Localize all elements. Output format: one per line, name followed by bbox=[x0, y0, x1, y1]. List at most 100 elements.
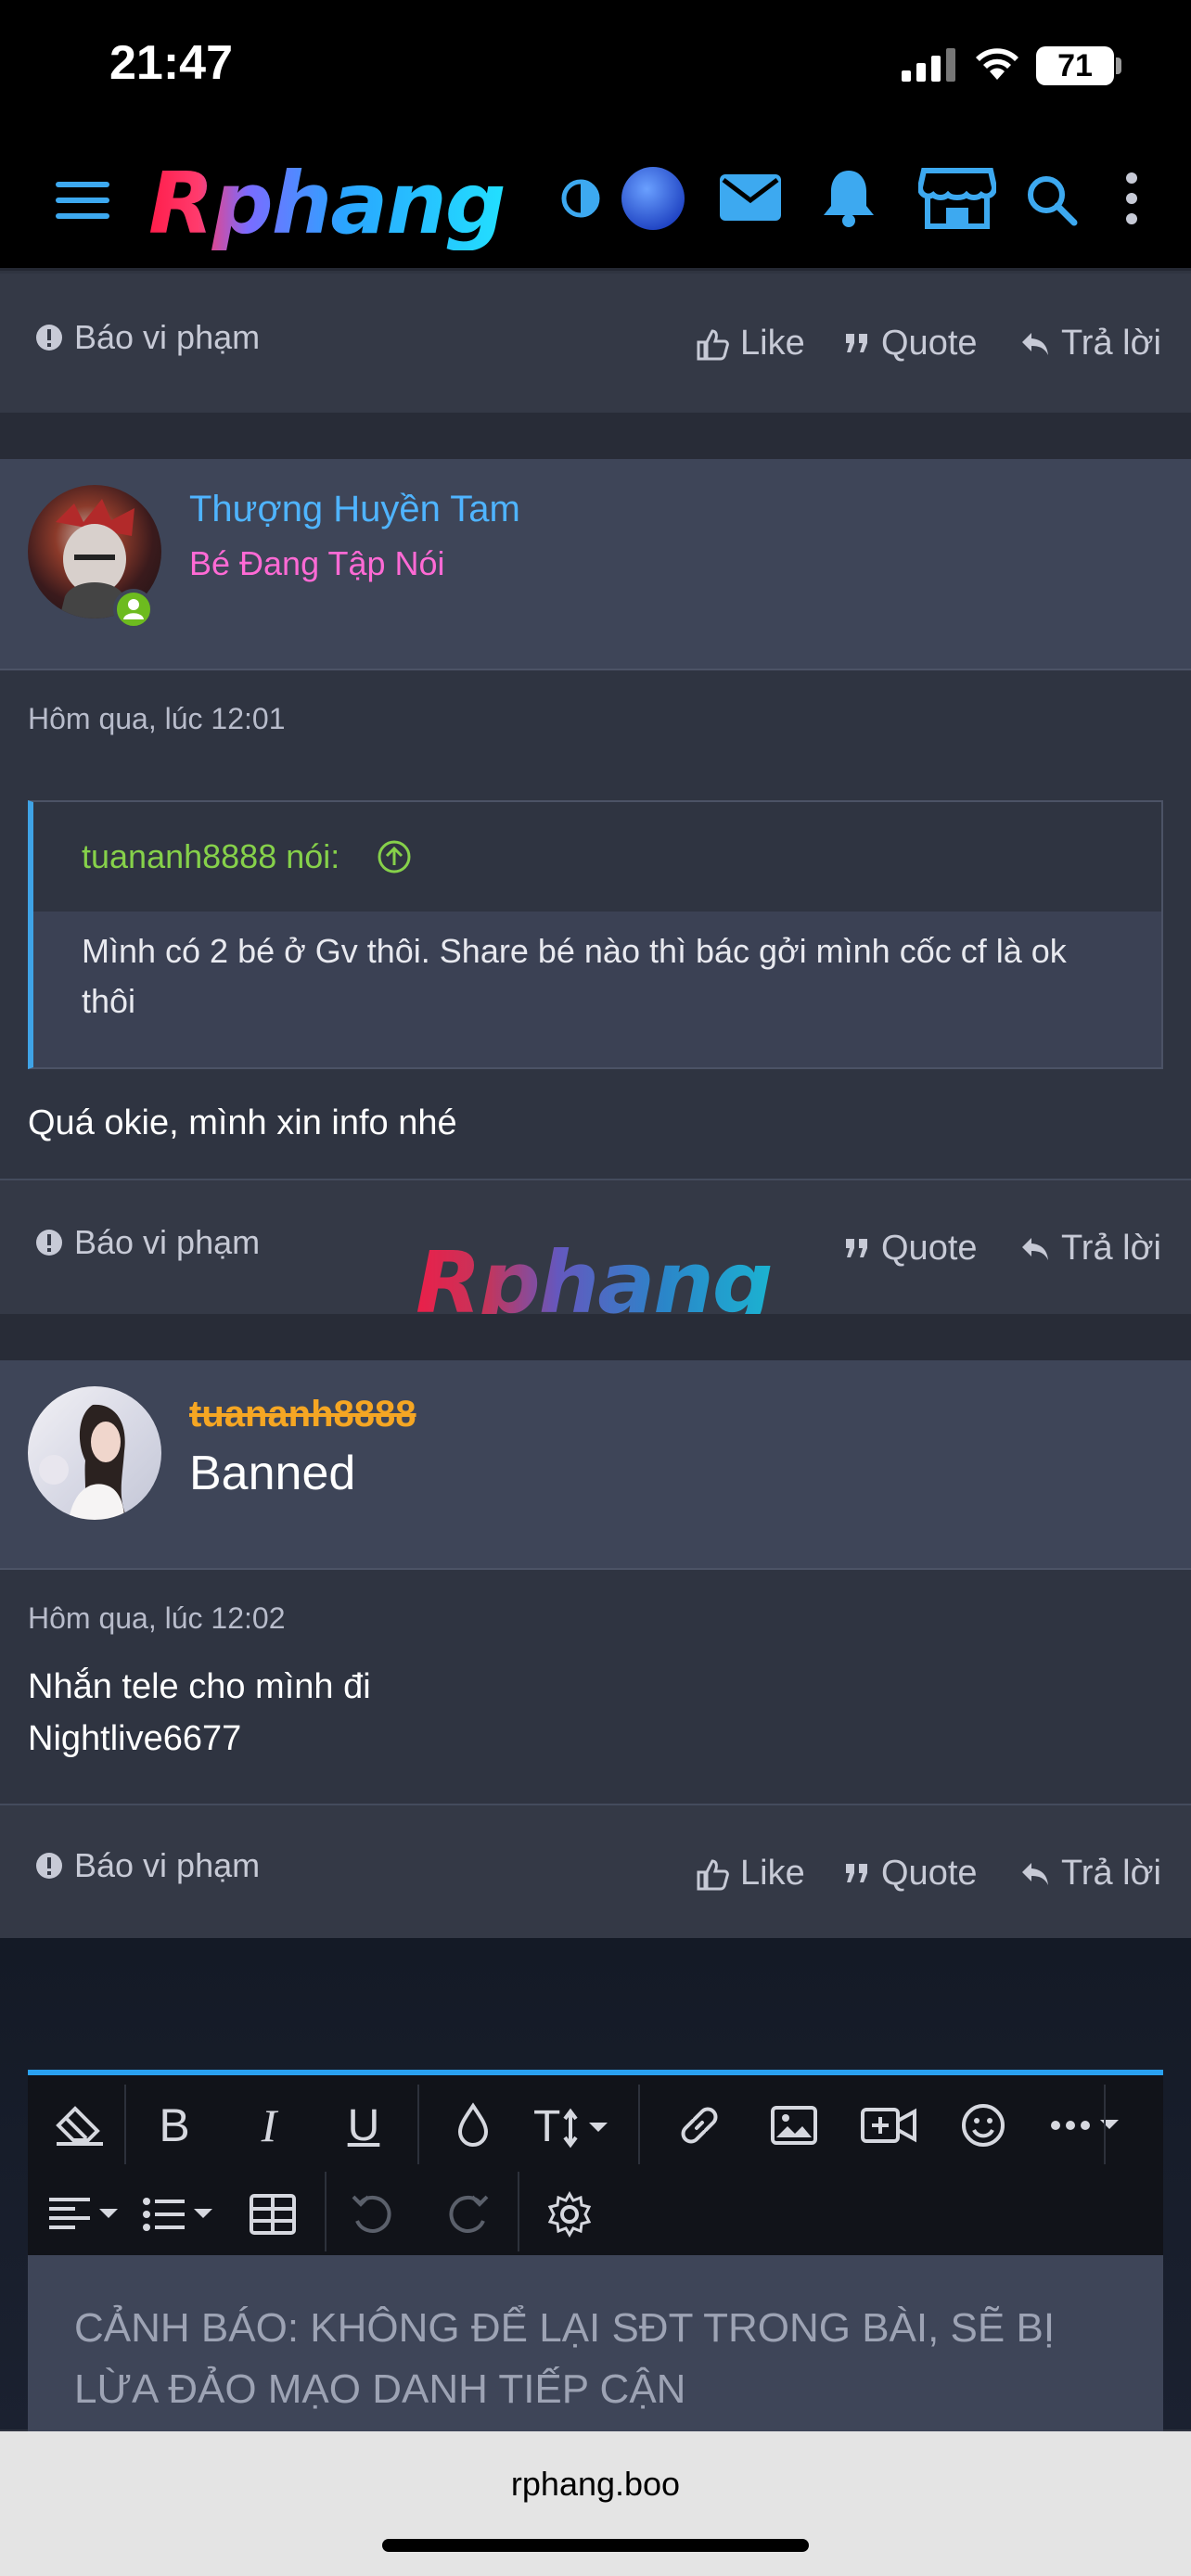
avatar[interactable] bbox=[28, 1386, 161, 1520]
like-button[interactable]: Like bbox=[696, 324, 805, 363]
warning-icon bbox=[36, 1230, 62, 1256]
report-link[interactable]: Báo vi phạm bbox=[35, 318, 260, 357]
theme-toggle-icon[interactable] bbox=[560, 178, 601, 219]
eraser-icon[interactable] bbox=[43, 2088, 117, 2162]
post2-user-title: Banned bbox=[189, 1447, 356, 1500]
reply-button[interactable]: Trả lời bbox=[1020, 1854, 1161, 1894]
quote-author[interactable]: tuananh8888 nói: bbox=[82, 837, 339, 876]
post2-message-line1: Nhắn tele cho mình đi bbox=[28, 1667, 371, 1706]
post-gap bbox=[0, 413, 1191, 459]
quote-icon bbox=[846, 1863, 867, 1882]
status-time: 21:47 bbox=[109, 36, 233, 90]
post2-message-line2: Nightlive6677 bbox=[28, 1719, 242, 1758]
quote-label: Quote bbox=[881, 1229, 978, 1268]
toolbar-separator bbox=[1104, 2085, 1106, 2164]
avatar-icon[interactable] bbox=[620, 165, 686, 232]
quote-icon bbox=[846, 333, 867, 352]
like-button[interactable]: Like bbox=[696, 1854, 805, 1894]
more-vertical-icon[interactable] bbox=[1124, 172, 1139, 224]
link-icon[interactable] bbox=[662, 2088, 736, 2162]
report-label: Báo vi phạm bbox=[74, 1846, 261, 1884]
quote-icon bbox=[846, 1238, 867, 1257]
post1-username[interactable]: Thượng Huyền Tam bbox=[189, 489, 520, 530]
like-label: Like bbox=[740, 324, 805, 363]
search-icon[interactable] bbox=[1026, 174, 1078, 226]
report-link[interactable]: Báo vi phạm bbox=[35, 1846, 260, 1885]
home-indicator[interactable] bbox=[382, 2539, 809, 2552]
online-status-icon bbox=[113, 589, 154, 630]
color-drop-icon[interactable] bbox=[436, 2088, 510, 2162]
arrow-up-circle-icon[interactable] bbox=[377, 839, 412, 874]
report-label: Báo vi phạm bbox=[74, 318, 261, 356]
redo-icon[interactable] bbox=[430, 2177, 505, 2251]
battery-tip bbox=[1116, 57, 1121, 74]
post2-timestamp[interactable]: Hôm qua, lúc 12:02 bbox=[28, 1601, 286, 1636]
post-footer-prev: Báo vi phạm Like Quote Trả lời bbox=[0, 274, 1191, 413]
battery-indicator: 71 bbox=[1036, 46, 1114, 85]
underline-icon[interactable]: U bbox=[327, 2088, 401, 2162]
quote-label: Quote bbox=[881, 1854, 978, 1893]
reply-button[interactable]: Trả lời bbox=[1020, 1229, 1161, 1269]
toolbar-separator bbox=[325, 2172, 327, 2251]
warning-icon bbox=[36, 1853, 62, 1879]
post1-timestamp[interactable]: Hôm qua, lúc 12:01 bbox=[28, 702, 286, 736]
thumbs-up-icon bbox=[697, 1858, 729, 1890]
mail-icon[interactable] bbox=[720, 174, 781, 221]
emoji-icon[interactable] bbox=[946, 2088, 1020, 2162]
image-icon[interactable] bbox=[757, 2088, 831, 2162]
avatar-art bbox=[39, 1404, 128, 1520]
settings-icon[interactable] bbox=[532, 2177, 607, 2251]
like-label: Like bbox=[740, 1854, 805, 1893]
bold-icon[interactable]: B bbox=[137, 2088, 211, 2162]
text-size-icon[interactable]: T bbox=[529, 2088, 621, 2162]
store-icon[interactable] bbox=[918, 167, 996, 230]
quote-button[interactable]: Quote bbox=[844, 1229, 978, 1269]
toolbar-separator bbox=[417, 2085, 419, 2164]
align-icon[interactable] bbox=[43, 2177, 126, 2251]
post2-username[interactable]: tuananh8888 bbox=[189, 1394, 416, 1435]
post-gap bbox=[0, 1314, 1191, 1360]
toolbar-separator bbox=[638, 2085, 640, 2164]
post1-quote: tuananh8888 nói: Mình có 2 bé ở Gv thôi.… bbox=[28, 800, 1163, 1069]
post1-body: Hôm qua, lúc 12:01 tuananh8888 nói: Mình… bbox=[0, 670, 1191, 1179]
reply-label: Trả lời bbox=[1061, 1229, 1161, 1268]
reply-icon bbox=[1022, 1237, 1048, 1260]
menu-icon[interactable] bbox=[56, 178, 109, 223]
reply-icon bbox=[1022, 1862, 1048, 1885]
post2-body: Hôm qua, lúc 12:02 Nhắn tele cho mình đi… bbox=[0, 1570, 1191, 1804]
quote-label: Quote bbox=[881, 324, 978, 363]
browser-address-bar bbox=[0, 2431, 1191, 2576]
toolbar-separator bbox=[518, 2172, 519, 2251]
quote-button[interactable]: Quote bbox=[844, 1854, 978, 1894]
quote-header: tuananh8888 nói: bbox=[33, 802, 1161, 912]
thumbs-up-icon bbox=[697, 328, 729, 360]
quote-button[interactable]: Quote bbox=[844, 324, 978, 363]
list-icon[interactable] bbox=[137, 2177, 221, 2251]
wifi-icon bbox=[976, 48, 1018, 80]
post1-user-header: Thượng Huyền Tam Bé Đang Tập Nói bbox=[0, 459, 1191, 670]
video-icon[interactable] bbox=[852, 2088, 926, 2162]
status-bar: 21:47 71 bbox=[0, 0, 1191, 130]
report-label: Báo vi phạm bbox=[74, 1223, 261, 1261]
svg-text:T: T bbox=[533, 2102, 560, 2149]
editor-placeholder: CẢNH BÁO: KHÔNG ĐỂ LẠI SĐT TRONG BÀI, SẼ… bbox=[74, 2305, 1056, 2412]
post1-message: Quá okie, mình xin info nhé bbox=[28, 1103, 457, 1142]
reply-button[interactable]: Trả lời bbox=[1020, 324, 1161, 363]
table-icon[interactable] bbox=[236, 2177, 310, 2251]
post1-user-title: Bé Đang Tập Nói bbox=[189, 544, 445, 582]
undo-icon[interactable] bbox=[336, 2177, 410, 2251]
reply-label: Trả lời bbox=[1061, 1854, 1161, 1893]
reply-label: Trả lời bbox=[1061, 324, 1161, 363]
italic-icon[interactable]: I bbox=[232, 2088, 306, 2162]
bell-icon[interactable] bbox=[822, 169, 876, 228]
post2-footer: Báo vi phạm Like Quote Trả lời bbox=[0, 1804, 1191, 1943]
reply-icon bbox=[1022, 332, 1048, 355]
report-link[interactable]: Báo vi phạm bbox=[35, 1223, 260, 1262]
post2-user-header: tuananh8888 Banned bbox=[0, 1360, 1191, 1570]
signal-icon bbox=[902, 48, 955, 82]
quote-text: Mình có 2 bé ở Gv thôi. Share bé nào thì… bbox=[82, 932, 1067, 1020]
site-logo[interactable]: Rphang bbox=[148, 158, 506, 250]
url-text[interactable]: rphang.boo bbox=[0, 2465, 1191, 2504]
warning-icon bbox=[36, 325, 62, 351]
more-icon[interactable] bbox=[1041, 2088, 1133, 2162]
